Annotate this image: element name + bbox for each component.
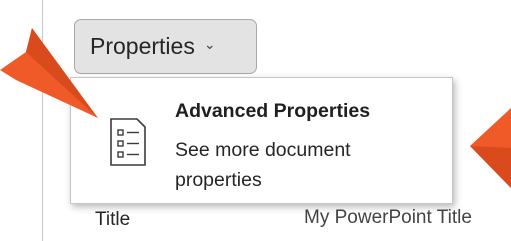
advanced-properties-menu-item[interactable]: Advanced Properties See more document pr… (71, 78, 452, 203)
advanced-properties-description: See more document properties (175, 139, 351, 191)
property-list-icon (110, 118, 146, 166)
advanced-properties-title: Advanced Properties (175, 100, 371, 122)
property-label-title: Title (95, 209, 131, 230)
properties-dropdown-menu: Advanced Properties See more document pr… (70, 77, 453, 204)
chevron-down-icon: ⌄ (203, 36, 216, 52)
property-value-title[interactable]: My PowerPoint Title (304, 207, 472, 229)
properties-button-label: Properties (90, 33, 195, 59)
properties-dropdown-button[interactable]: Properties ⌄ (74, 19, 257, 74)
